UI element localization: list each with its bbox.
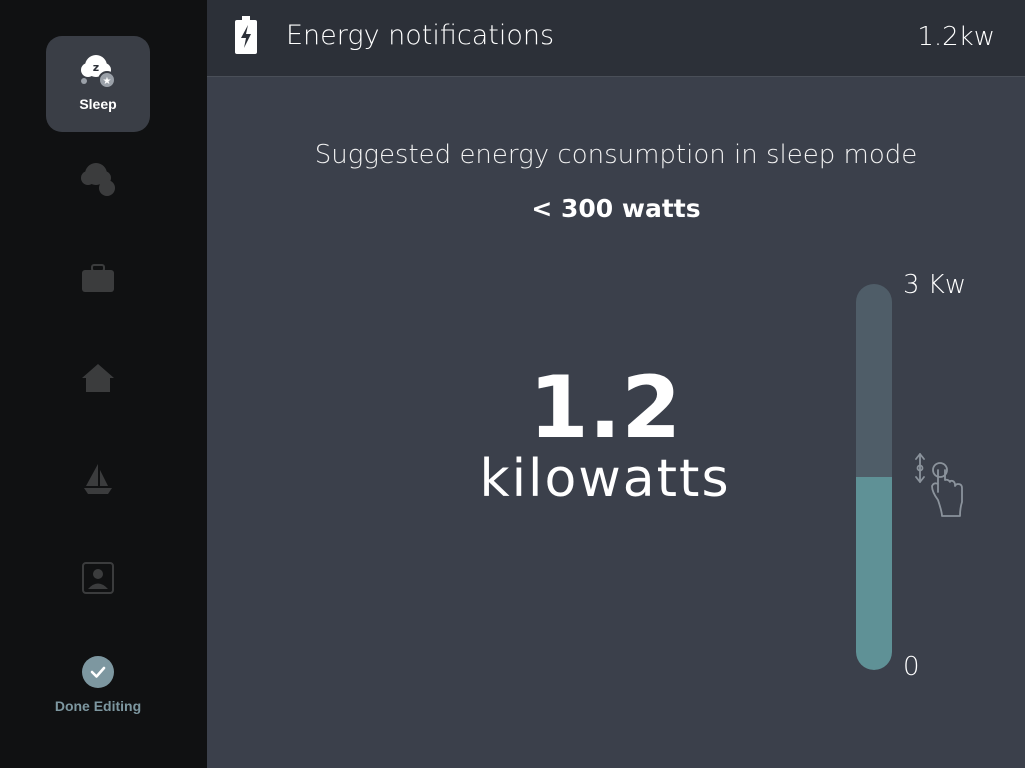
done-editing-button[interactable]: Done Editing [40,652,156,722]
header-bar: Energy notifications 1.2kw [207,0,1025,77]
slider-max-label: 3 Kw [903,270,967,300]
drag-gesture-icon [910,452,970,522]
mode-item-home[interactable] [46,344,150,440]
current-power-value: 1.2 [528,358,682,458]
slider-min-label: 0 [903,652,920,682]
threshold-value: < 300 watts [531,194,701,223]
svg-text:z: z [93,61,99,74]
header-title: Energy notifications [286,20,555,51]
svg-text:★: ★ [103,76,112,87]
battery-charging-icon [235,16,257,54]
done-editing-label: Done Editing [54,698,142,714]
sleep-cloud-icon: z ★ [76,48,120,92]
briefcase-icon [76,256,120,300]
suggestion-text: Suggested energy consumption in sleep mo… [314,140,918,170]
mode-item-night[interactable] [46,144,150,240]
person-icon [76,556,120,600]
home-icon [76,356,120,400]
mode-item-sleep[interactable]: z ★ Sleep [46,36,150,132]
checkmark-icon [82,656,114,688]
mode-item-work[interactable] [46,244,150,340]
mode-item-vacation[interactable] [46,444,150,540]
power-slider-fill[interactable] [856,477,892,670]
mode-label-sleep: Sleep [79,96,117,112]
sleep-cloud-icon [76,156,120,200]
current-power-unit: kilowatts [479,449,731,509]
power-slider[interactable] [856,284,892,670]
mode-sidebar: z ★ Sleep Done Editing [0,0,207,768]
sailboat-icon [76,456,120,500]
mode-item-guest[interactable] [46,544,150,640]
header-power-value: 1.2kw [917,22,995,52]
